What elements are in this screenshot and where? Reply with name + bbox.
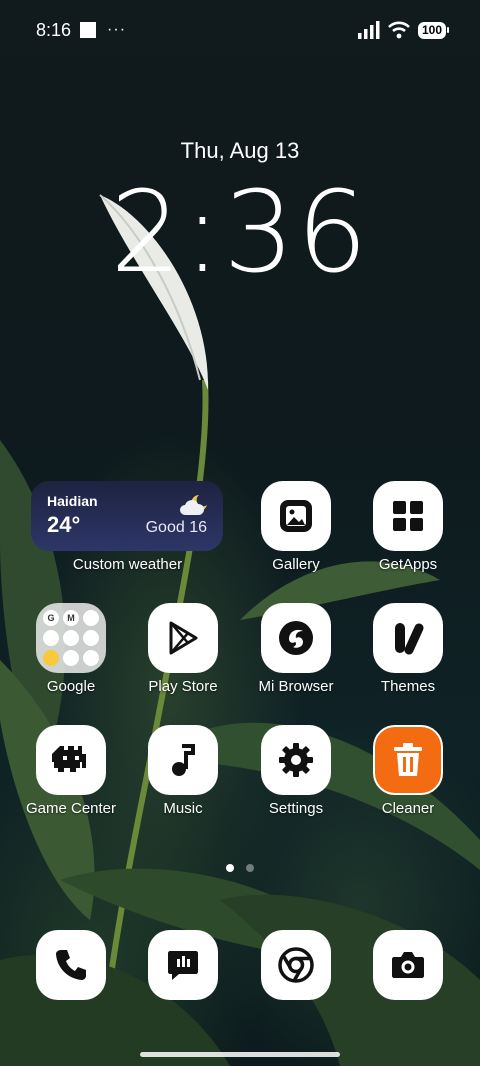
play-store-icon <box>169 621 198 655</box>
game-center-icon <box>52 746 86 772</box>
settings-app[interactable] <box>261 725 331 795</box>
getapps-label: GetApps <box>378 556 438 573</box>
messaging-app[interactable] <box>148 930 218 1000</box>
gallery-icon <box>280 500 312 532</box>
date-label[interactable]: Thu, Aug 13 <box>0 138 480 164</box>
status-bar: 8:16 ··· 100 <box>0 0 480 60</box>
game-center-app[interactable] <box>36 725 106 795</box>
weather-widget-label: Custom weather <box>72 556 183 573</box>
page-dot-1[interactable] <box>226 864 234 872</box>
partly-cloudy-night-icon <box>180 495 207 515</box>
getapps-icon <box>393 501 423 531</box>
cleaner-app[interactable] <box>373 725 443 795</box>
drive-icon <box>63 630 79 646</box>
camera-app[interactable] <box>373 930 443 1000</box>
notification-icon <box>80 22 97 38</box>
themes-label: Themes <box>380 678 436 695</box>
phone-icon <box>56 950 86 980</box>
battery-indicator: 100 <box>417 21 450 39</box>
themes-icon <box>395 623 424 655</box>
google-folder[interactable]: G M <box>36 603 106 673</box>
music-label: Music <box>163 800 203 817</box>
duo-icon <box>83 650 99 666</box>
home-gesture-bar[interactable] <box>140 1052 340 1057</box>
game-center-label: Game Center <box>25 800 117 817</box>
play-movies-icon <box>83 630 99 646</box>
getapps-app[interactable] <box>373 481 443 551</box>
music-app[interactable] <box>148 725 218 795</box>
keep-icon <box>43 650 59 666</box>
wifi-icon <box>388 21 410 39</box>
music-note-icon <box>172 744 195 776</box>
gallery-app[interactable] <box>261 481 331 551</box>
page-dot-2[interactable] <box>246 864 254 872</box>
gear-icon <box>279 743 313 777</box>
photos-icon <box>63 650 79 666</box>
chrome-app[interactable] <box>261 930 331 1000</box>
air-quality: Good 16 <box>145 519 207 536</box>
signal-icon <box>357 21 380 39</box>
themes-app[interactable] <box>373 603 443 673</box>
chrome-icon <box>278 947 314 983</box>
clock-widget[interactable]: 2:36 <box>0 168 480 298</box>
more-notifications-icon: ··· <box>107 21 127 38</box>
google-label: Google <box>46 678 96 695</box>
settings-label: Settings <box>268 800 324 817</box>
gmail-icon: M <box>63 610 79 626</box>
messaging-icon <box>168 951 198 980</box>
phone-app[interactable] <box>36 930 106 1000</box>
cleaner-label: Cleaner <box>381 800 435 817</box>
play-store-app[interactable] <box>148 603 218 673</box>
trash-icon <box>394 743 422 776</box>
mi-browser-icon <box>279 621 313 655</box>
weather-widget[interactable]: Haidian 24° Good 16 <box>31 481 223 551</box>
mi-browser-app[interactable] <box>261 603 331 673</box>
play-store-label: Play Store <box>148 678 218 695</box>
mi-browser-label: Mi Browser <box>258 678 334 695</box>
youtube-icon <box>43 630 59 646</box>
status-time: 8:16 <box>36 19 72 40</box>
camera-icon <box>392 952 424 978</box>
page-indicator <box>0 864 480 872</box>
google-app-icon: G <box>43 610 59 626</box>
gallery-label: Gallery <box>272 556 320 573</box>
assistant-icon <box>83 610 99 626</box>
